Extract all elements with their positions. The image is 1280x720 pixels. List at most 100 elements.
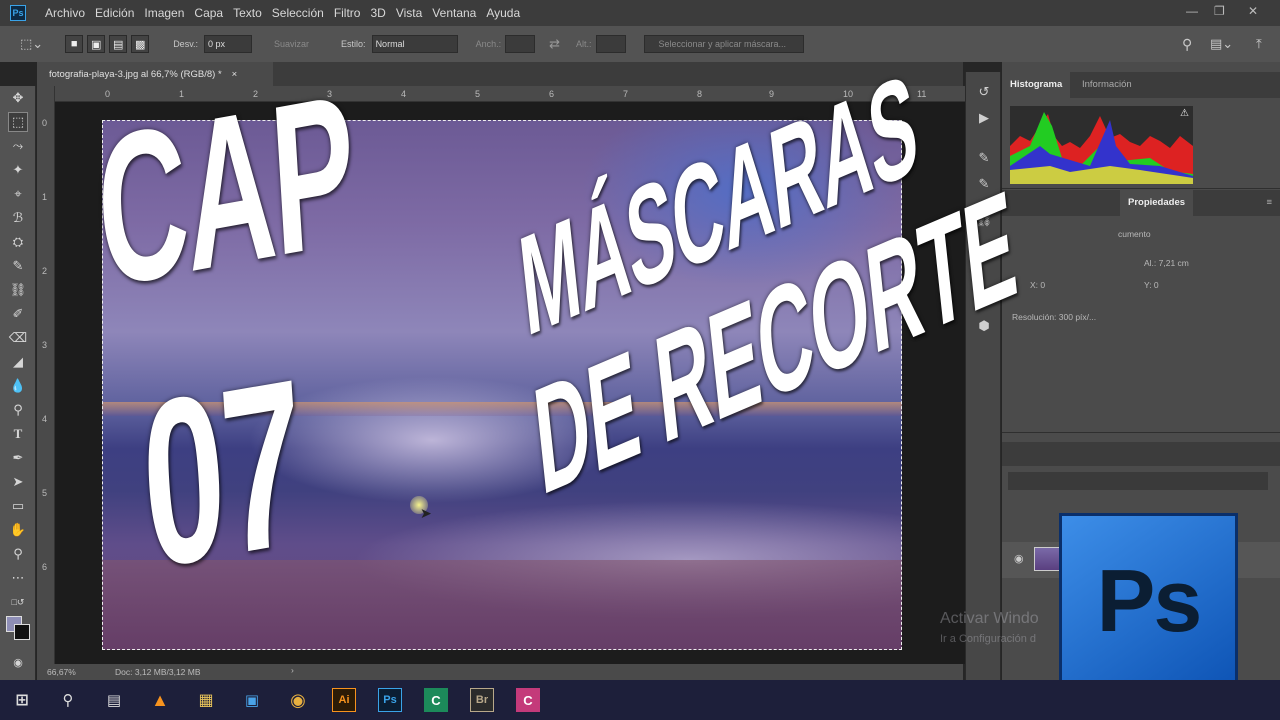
height-value: Al.: 7,21 cm [1144, 258, 1189, 268]
subtract-selection-icon[interactable]: ▤ [109, 35, 128, 53]
menu-archivo[interactable]: Archivo [40, 6, 90, 20]
status-arrow-icon[interactable]: › [291, 665, 294, 675]
panel-menu-icon[interactable]: ≡ [1266, 197, 1272, 208]
ruler-tick: 0 [42, 118, 48, 128]
workspace-icon[interactable]: ▤⌄ [1210, 36, 1233, 52]
illustrator-icon[interactable]: Ai [332, 688, 356, 712]
search-taskbar-icon[interactable]: ⚲ [56, 688, 80, 712]
blur-tool-icon[interactable]: 💧 [8, 376, 28, 396]
menu-seleccion[interactable]: Selección [267, 6, 329, 20]
ps-app-icon[interactable]: Ps [10, 5, 26, 21]
quick-select-tool-icon[interactable]: ✦ [8, 160, 28, 180]
menu-3d[interactable]: 3D [365, 6, 390, 20]
chrome-icon[interactable]: ◉ [286, 688, 310, 712]
ruler-tick: 3 [42, 340, 48, 350]
visibility-eye-icon[interactable]: ◉ [1014, 552, 1024, 565]
crop-tool-icon[interactable]: ⌖ [8, 184, 28, 204]
tools-panel: ✥ ⬚ ⤳ ✦ ⌖ ℬ ⛭ ✎ ⛓ ✐ ⌫ ◢ 💧 ⚲ T ✒ ➤ ▭ ✋ ⚲ … [0, 86, 36, 680]
menu-ventana[interactable]: Ventana [427, 6, 481, 20]
width-label: Anch.: [475, 39, 502, 49]
minimize-icon[interactable]: — [1186, 4, 1198, 18]
share-icon[interactable]: ⤒ [1256, 36, 1262, 52]
layers-tabs [1002, 442, 1280, 466]
camtasia-pink-icon[interactable]: C [516, 688, 540, 712]
antialias-checkbox-label[interactable]: Suavizar [274, 39, 309, 49]
ruler-tick: 7 [623, 89, 629, 99]
close-window-icon[interactable]: ✕ [1248, 4, 1258, 18]
store-icon[interactable]: ▣ [240, 688, 264, 712]
ruler-tick: 6 [549, 89, 555, 99]
swap-icon[interactable]: ⇄ [549, 36, 560, 52]
menu-filtro[interactable]: Filtro [329, 6, 366, 20]
tab-histograma[interactable]: Histograma [1002, 72, 1071, 98]
history-icon[interactable]: ↺ [974, 82, 994, 102]
style-select[interactable]: Normal [371, 35, 458, 53]
bridge-icon[interactable]: Br [470, 688, 494, 712]
photoshop-taskbar-icon[interactable]: Ps [378, 688, 402, 712]
ruler-tick: 1 [42, 192, 48, 202]
gradient-tool-icon[interactable]: ◢ [8, 352, 28, 372]
doc-properties-label: cumento [1118, 229, 1151, 239]
resolution-value: Resolución: 300 píx/... [1012, 312, 1097, 322]
panel-divider [1002, 432, 1280, 433]
histogram-graph: ⚠ [1010, 106, 1193, 184]
stamp-tool-icon[interactable]: ⛓ [8, 280, 28, 300]
histogram-tabs: Histograma Información [1002, 72, 1280, 98]
windows-start-icon[interactable]: ⊞ [10, 688, 34, 712]
lasso-tool-icon[interactable]: ⤳ [8, 136, 28, 156]
rectangle-tool-icon[interactable]: ▭ [8, 496, 28, 516]
tab-propiedades[interactable]: Propiedades [1120, 190, 1194, 216]
quick-mask-icon[interactable]: ◉ [8, 652, 28, 672]
vlc-icon[interactable]: ▲ [148, 688, 172, 712]
search-icon[interactable]: ⚲ [1182, 36, 1192, 53]
warning-icon[interactable]: ⚠ [1180, 108, 1189, 119]
add-selection-icon[interactable]: ▣ [87, 35, 106, 53]
menu-ayuda[interactable]: Ayuda [481, 6, 525, 20]
background-color-swatch[interactable] [14, 624, 30, 640]
ruler-tick: 4 [42, 414, 48, 424]
new-selection-icon[interactable]: ■ [65, 35, 84, 53]
menu-capa[interactable]: Capa [189, 6, 228, 20]
zoom-level[interactable]: 66,67% [47, 667, 76, 677]
move-tool-icon[interactable]: ✥ [8, 88, 28, 108]
hand-tool-icon[interactable]: ✋ [8, 520, 28, 540]
path-select-tool-icon[interactable]: ➤ [8, 472, 28, 492]
marquee-tool-icon[interactable]: ⬚ [8, 112, 28, 132]
chapter-label: CAP [91, 49, 360, 333]
file-explorer-icon[interactable]: ▦ [194, 688, 218, 712]
menu-texto[interactable]: Texto [228, 6, 267, 20]
photoshop-logo-text: Ps [1096, 550, 1203, 650]
menu-edicion[interactable]: Edición [90, 6, 139, 20]
menu-bar: Ps Archivo Edición Imagen Capa Texto Sel… [0, 0, 1280, 26]
dodge-tool-icon[interactable]: ⚲ [8, 400, 28, 420]
history-brush-tool-icon[interactable]: ✐ [8, 304, 28, 324]
task-view-icon[interactable]: ▤ [102, 688, 126, 712]
zoom-tool-icon[interactable]: ⚲ [8, 544, 28, 564]
brush-tool-icon[interactable]: ✎ [8, 256, 28, 276]
menu-imagen[interactable]: Imagen [139, 6, 189, 20]
swap-colors-icon[interactable]: □↺ [8, 592, 28, 612]
activate-windows-subtitle: Ir a Configuración d [940, 633, 1036, 645]
feather-input[interactable]: 0 px [204, 35, 253, 53]
type-tool-icon[interactable]: T [8, 424, 28, 444]
pen-tool-icon[interactable]: ✒ [8, 448, 28, 468]
camtasia-green-icon[interactable]: C [424, 688, 448, 712]
windows-taskbar: ⊞ ⚲ ▤ ▲ ▦ ▣ ◉ Ai Ps C Br C [0, 680, 1280, 720]
eraser-tool-icon[interactable]: ⌫ [8, 328, 28, 348]
marquee-preset-icon[interactable]: ⬚⌄ [20, 36, 43, 52]
more-tools-icon[interactable]: ⋯ [8, 568, 28, 588]
tab-informacion[interactable]: Información [1074, 72, 1140, 98]
intersect-selection-icon[interactable]: ▩ [131, 35, 150, 53]
eyedropper-tool-icon[interactable]: ℬ [8, 208, 28, 228]
histogram-svg [1010, 112, 1193, 184]
actions-play-icon[interactable]: ▶ [974, 108, 994, 128]
layer-filter-bar[interactable] [1008, 472, 1268, 490]
ruler-tick: 9 [769, 89, 775, 99]
menu-vista[interactable]: Vista [391, 6, 427, 20]
healing-tool-icon[interactable]: ⛭ [8, 232, 28, 252]
width-input[interactable] [505, 35, 536, 53]
select-and-mask-button[interactable]: Seleccionar y aplicar máscara... [643, 35, 804, 53]
height-input[interactable] [595, 35, 626, 53]
restore-icon[interactable]: ❐ [1214, 4, 1225, 18]
feather-label: Desv.: [173, 39, 199, 49]
